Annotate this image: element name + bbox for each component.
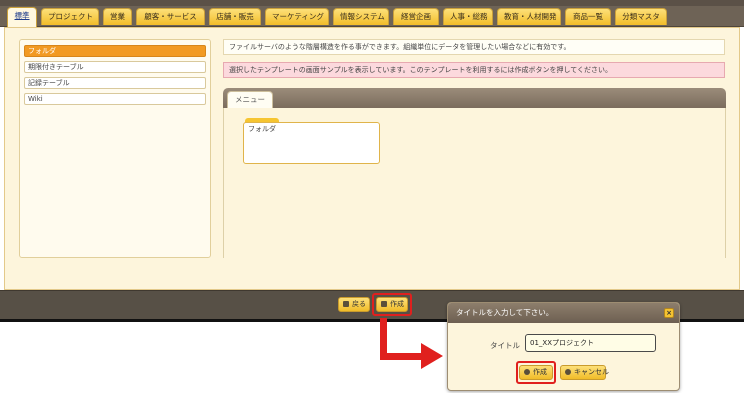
template-list-panel: フォルダ 期限付きテーブル 記録テーブル Wiki [19, 39, 211, 258]
template-description: ファイルサーバのような階層構造を作る事ができます。組織単位にデータを管理したい場… [223, 39, 725, 55]
cancel-icon [565, 368, 571, 375]
back-icon [343, 300, 349, 307]
menu-header: メニュー [223, 88, 726, 108]
create-button-label: 作成 [390, 300, 404, 308]
back-button-label: 戻る [352, 300, 366, 308]
dialog-cancel-button[interactable]: キャンセル [560, 365, 609, 380]
create-icon [381, 300, 387, 307]
template-item-wiki[interactable]: Wiki [24, 93, 206, 105]
create-button[interactable]: 作成 [376, 297, 408, 312]
tab-marketing[interactable]: マーケティング [265, 8, 329, 25]
tab-project[interactable]: プロジェクト [41, 8, 99, 25]
sample-notice: 選択したテンプレートの画面サンプルを表示しています。このテンプレートを利用するに… [223, 62, 725, 78]
template-item-record-table[interactable]: 記録テーブル [24, 77, 206, 89]
top-tab-bar: 標準 プロジェクト 営業 顧客・サービス 店舗・販売 マーケティング 情報システ… [0, 0, 744, 27]
title-field-label: タイトル [490, 341, 520, 350]
tab-sales[interactable]: 営業 [103, 8, 132, 25]
menu-tab[interactable]: メニュー [227, 91, 273, 108]
tab-store-sales[interactable]: 店舗・販売 [209, 8, 261, 25]
template-item-deadline-table[interactable]: 期限付きテーブル [24, 61, 206, 73]
title-input-dialog: タイトルを入力して下さい。 × タイトル 作成 キャンセル [447, 302, 680, 391]
tab-information-system[interactable]: 情報システム [333, 8, 389, 25]
tab-standard[interactable]: 標準 [7, 7, 37, 27]
folder-card[interactable]: フォルダ [243, 122, 380, 164]
back-button[interactable]: 戻る [338, 297, 370, 312]
check-icon [524, 368, 530, 375]
dialog-cancel-label: キャンセル [574, 368, 609, 376]
template-item-folder[interactable]: フォルダ [24, 45, 206, 57]
tab-hr-general-affairs[interactable]: 人事・総務 [443, 8, 493, 25]
tab-product-list[interactable]: 商品一覧 [565, 8, 611, 25]
title-input[interactable] [525, 334, 656, 352]
arrow-horizontal [380, 353, 422, 360]
tab-category-master[interactable]: 分類マスタ [615, 8, 667, 25]
dialog-title: タイトルを入力して下さい。 [448, 303, 679, 323]
dialog-create-button[interactable]: 作成 [519, 365, 553, 380]
dialog-create-label: 作成 [533, 368, 547, 376]
tab-management-planning[interactable]: 経営企画 [393, 8, 439, 25]
tab-customer-service[interactable]: 顧客・サービス [136, 8, 205, 25]
tab-bar-strip [0, 0, 744, 6]
arrow-head-icon [421, 343, 443, 369]
close-icon[interactable]: × [664, 308, 674, 318]
tab-education[interactable]: 教育・人材開発 [497, 8, 561, 25]
